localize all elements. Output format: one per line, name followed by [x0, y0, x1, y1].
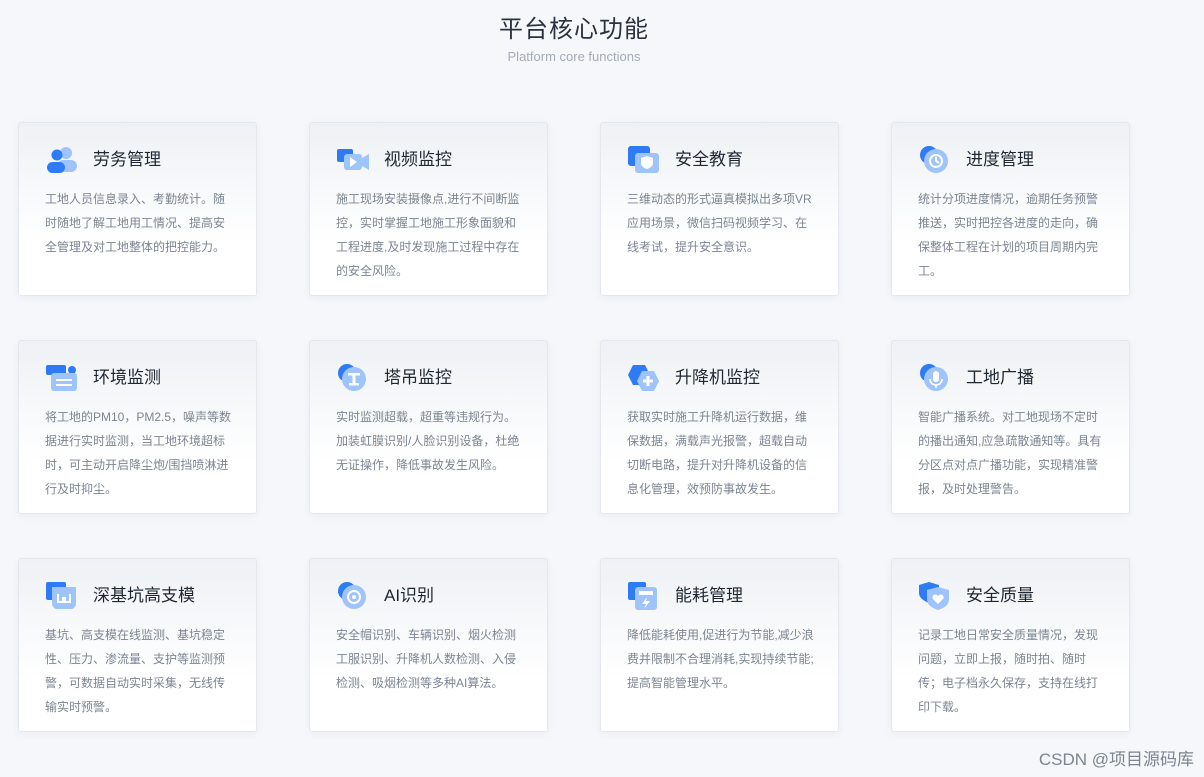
feature-card-elevator[interactable]: 升降机监控 获取实时施工升降机运行数据，维保数据，满载声光报警，超载自动切断电路…	[600, 340, 839, 514]
feature-card-ai[interactable]: AI识别 安全帽识别、车辆识别、烟火检测工服识别、升降机人数检测、入侵检测、吸烟…	[309, 558, 548, 732]
card-description: 基坑、高支模在线监测、基坑稳定性、压力、渗流量、支护等监测预警，可数据自动实时采…	[45, 628, 226, 714]
card-description: 工地人员信息录入、考勤统计。随时随地了解工地用工情况、提高安全管理及对工地整体的…	[45, 192, 226, 254]
feature-card-broadcast[interactable]: 工地广播 智能广播系统。对工地现场不定时的播出通知,应急疏散通知等。具有分区点对…	[891, 340, 1130, 514]
feature-card-video[interactable]: 视频监控 施工现场安装摄像点,进行不间断监控，实时掌握工地施工形象面貌和工程进度…	[309, 122, 548, 296]
card-head: 塔吊监控	[336, 363, 523, 393]
csdn-watermark: CSDN @项目源码库	[1038, 750, 1194, 769]
card-description: 降低能耗使用,促进行为节能,减少浪费并限制不合理消耗,实现持续节能;提高智能管理…	[627, 628, 814, 690]
card-head: 劳务管理	[45, 145, 232, 175]
feature-grid: 劳务管理 工地人员信息录入、考勤统计。随时随地了解工地用工情况、提高安全管理及对…	[18, 122, 1130, 732]
card-description: 安全帽识别、车辆识别、烟火检测工服识别、升降机人数检测、入侵检测、吸烟检测等多种…	[336, 628, 517, 690]
card-head: 工地广播	[918, 363, 1105, 393]
feature-card-environment[interactable]: 环境监测 将工地的PM10，PM2.5，噪声等数据进行实时监测，当工地环境超标时…	[18, 340, 257, 514]
card-head: AI识别	[336, 581, 523, 611]
feature-card-tower-crane[interactable]: 塔吊监控 实时监测超载，超重等违规行为。加装虹膜识别/人脸识别设备，杜绝无证操作…	[309, 340, 548, 514]
card-title: 能耗管理	[675, 586, 743, 605]
card-head: 进度管理	[918, 145, 1105, 175]
card-head: 安全教育	[627, 145, 814, 175]
card-head: 能耗管理	[627, 581, 814, 611]
card-title: 进度管理	[966, 150, 1034, 169]
card-description: 施工现场安装摄像点,进行不间断监控，实时掌握工地施工形象面貌和工程进度,及时发现…	[336, 192, 520, 278]
clock-icon	[920, 146, 948, 173]
workers-icon	[47, 147, 77, 173]
video-camera-icon	[337, 149, 369, 170]
card-description: 三维动态的形式逼真模拟出多项VR应用场景，微信扫码视频学习、在线考试，提升安全意…	[627, 192, 812, 254]
card-head: 升降机监控	[627, 363, 814, 393]
card-description: 记录工地日常安全质量情况，发现问题，立即上报，随时拍、随时传；电子档永久保存，支…	[918, 628, 1099, 714]
shield-heart-icon	[919, 582, 949, 610]
section-header: 平台核心功能 Platform core functions	[0, 14, 1148, 66]
card-title: 安全质量	[966, 586, 1034, 605]
energy-meter-icon	[628, 582, 657, 610]
feature-card-progress[interactable]: 进度管理 统计分项进度情况，逾期任务预警推送，实时把控各进度的走向，确保整体工程…	[891, 122, 1130, 296]
card-head: 安全质量	[918, 581, 1105, 611]
card-title: 工地广播	[966, 368, 1034, 387]
card-title: 深基坑高支模	[93, 586, 195, 605]
card-description: 智能广播系统。对工地现场不定时的播出通知,应急疏散通知等。具有分区点对点广播功能…	[918, 410, 1102, 496]
card-title: 视频监控	[384, 150, 452, 169]
hexagon-plus-icon	[628, 365, 659, 391]
card-title: AI识别	[384, 586, 435, 605]
microphone-icon	[920, 364, 948, 391]
card-description: 获取实时施工升降机运行数据，维保数据，满载声光报警，超载自动切断电路，提升对升降…	[627, 410, 808, 496]
card-head: 视频监控	[336, 145, 523, 175]
section-title: 平台核心功能	[499, 16, 649, 43]
card-head: 环境监测	[45, 363, 232, 393]
foundation-pit-icon	[46, 582, 76, 609]
section-subtitle: Platform core functions	[507, 49, 641, 64]
card-head: 深基坑高支模	[45, 581, 232, 611]
card-title: 塔吊监控	[384, 368, 452, 387]
feature-card-safety-education[interactable]: 安全教育 三维动态的形式逼真模拟出多项VR应用场景，微信扫码视频学习、在线考试，…	[600, 122, 839, 296]
feature-card-safety-quality[interactable]: 安全质量 记录工地日常安全质量情况，发现问题，立即上报，随时拍、随时传；电子档永…	[891, 558, 1130, 732]
card-description: 统计分项进度情况，逾期任务预警推送，实时把控各进度的走向，确保整体工程在计划的项…	[918, 192, 1099, 278]
tower-crane-icon	[338, 364, 366, 391]
feature-card-deep-pit[interactable]: 深基坑高支模 基坑、高支模在线监测、基坑稳定性、压力、渗流量、支护等监测预警，可…	[18, 558, 257, 732]
shield-screen-icon	[628, 146, 659, 173]
feature-card-labor[interactable]: 劳务管理 工地人员信息录入、考勤统计。随时随地了解工地用工情况、提高安全管理及对…	[18, 122, 257, 296]
feature-card-energy[interactable]: 能耗管理 降低能耗使用,促进行为节能,减少浪费并限制不合理消耗,实现持续节能;提…	[600, 558, 839, 732]
environment-monitor-icon	[46, 365, 77, 391]
card-title: 安全教育	[675, 150, 743, 169]
ai-eye-icon	[338, 582, 366, 609]
card-description: 将工地的PM10，PM2.5，噪声等数据进行实时监测，当工地环境超标时，可主动开…	[45, 410, 232, 496]
card-title: 环境监测	[93, 368, 161, 387]
card-description: 实时监测超载，超重等违规行为。加装虹膜识别/人脸识别设备，杜绝无证操作，降低事故…	[336, 410, 520, 472]
card-title: 劳务管理	[93, 150, 161, 169]
card-title: 升降机监控	[675, 368, 760, 387]
